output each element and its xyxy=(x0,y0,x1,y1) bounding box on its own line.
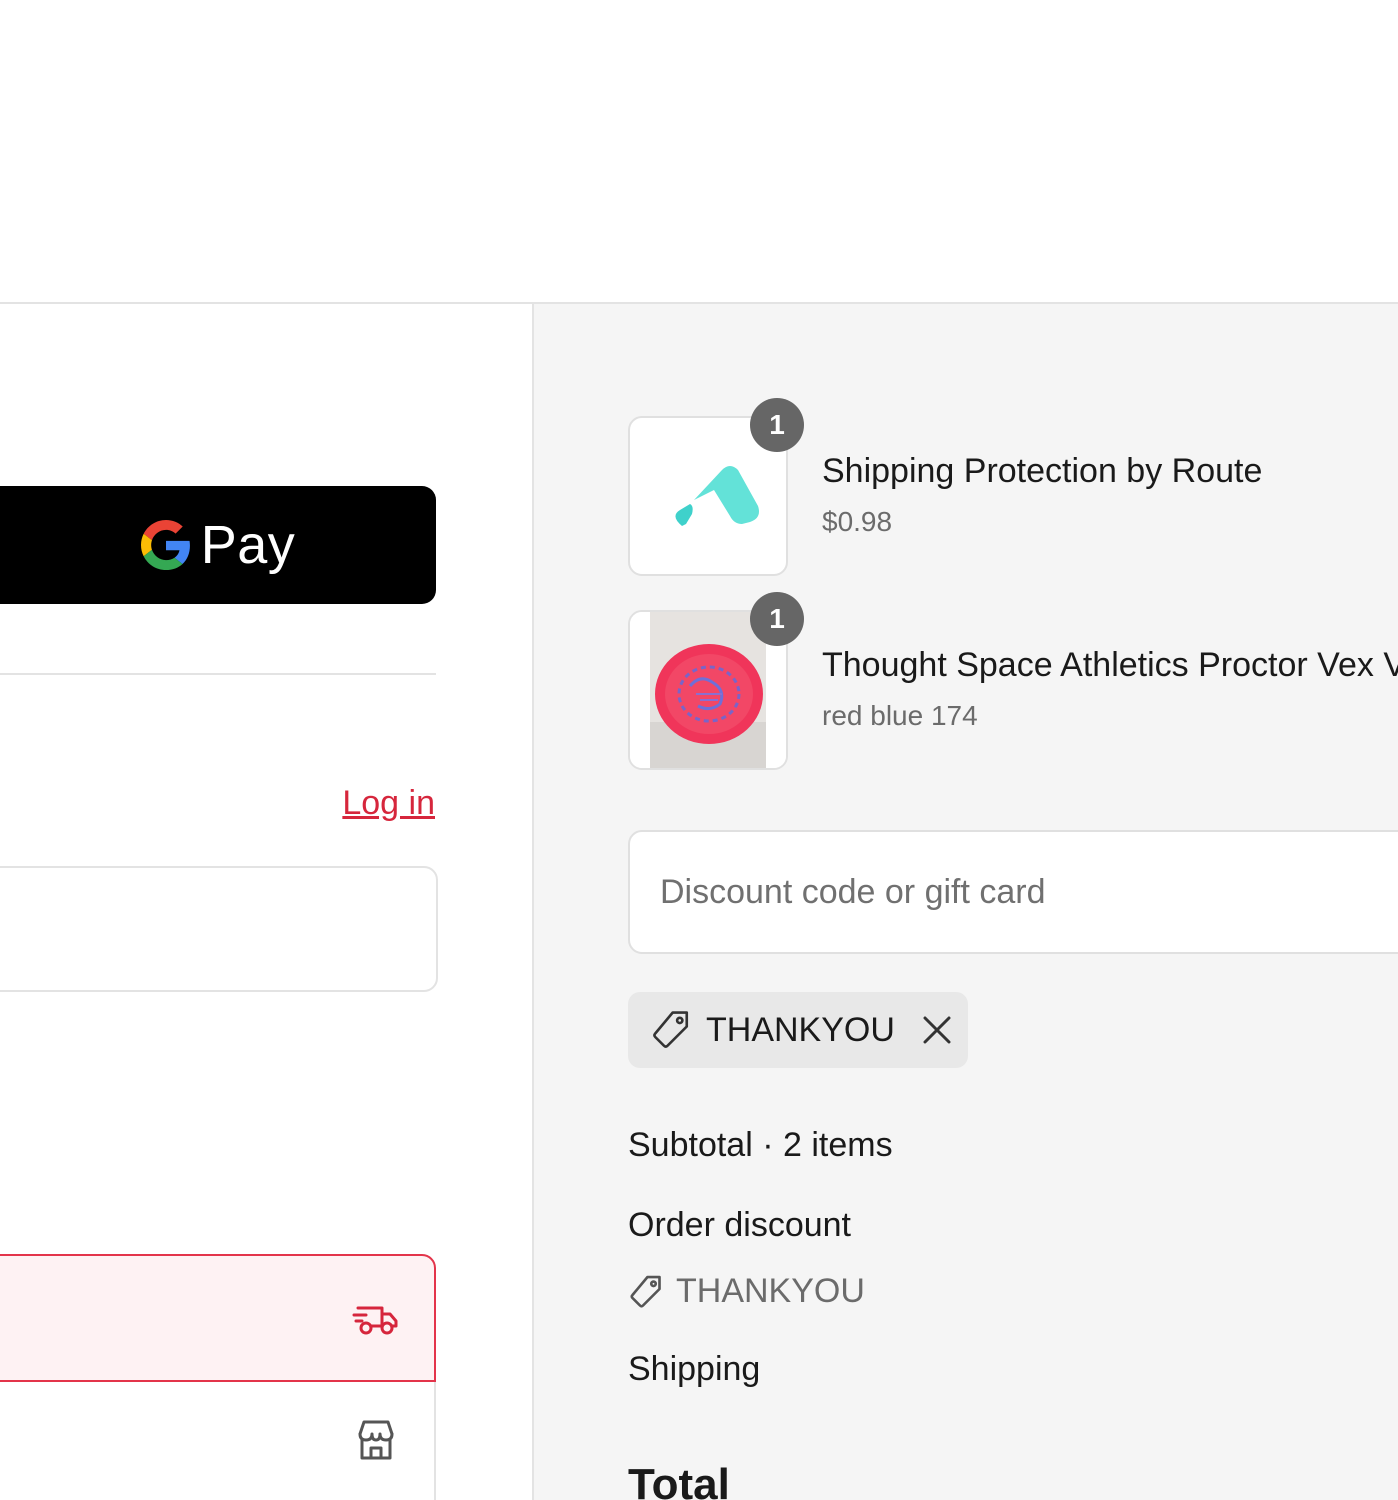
google-g-icon xyxy=(140,520,190,570)
google-pay-label: Pay xyxy=(200,515,296,575)
order-discount-code: THANKYOU xyxy=(676,1272,865,1310)
delivery-method-options xyxy=(0,1254,436,1500)
delivery-option-ship[interactable] xyxy=(0,1254,436,1382)
line-item: 1 Shipping Protection by Route $0.98 xyxy=(628,398,1398,576)
line-item-title: Thought Space Athletics Proctor Vex V xyxy=(822,646,1398,684)
checkout-main-column: Pay Log in xyxy=(0,304,534,1500)
line-item-variant: red blue 174 xyxy=(822,700,978,731)
google-pay-content: Pay xyxy=(140,514,296,576)
shipping-label: Shipping xyxy=(628,1350,761,1388)
express-checkout-divider xyxy=(0,673,436,675)
applied-discount-tag: THANKYOU xyxy=(628,992,968,1068)
quantity-badge: 1 xyxy=(750,398,804,452)
subtotal-label: Subtotal · 2 items xyxy=(628,1126,893,1164)
checkout-page: Pay Log in 1 Shipping Protection by Rout… xyxy=(0,0,1398,1500)
discount-code-input[interactable] xyxy=(628,830,1398,954)
tag-icon xyxy=(630,1275,661,1308)
delivery-option-pickup[interactable] xyxy=(0,1382,436,1500)
total-label: Total xyxy=(628,1460,730,1500)
email-field[interactable] xyxy=(0,866,438,992)
order-summary-column: 1 Shipping Protection by Route $0.98 1 T… xyxy=(534,304,1398,1500)
quantity-badge: 1 xyxy=(750,592,804,646)
store-icon xyxy=(358,1420,394,1460)
applied-discount-code: THANKYOU xyxy=(706,1010,895,1049)
delivery-truck-icon xyxy=(352,1306,398,1335)
line-item-title: Shipping Protection by Route xyxy=(822,452,1263,490)
line-item-price: $0.98 xyxy=(822,506,893,537)
login-link[interactable]: Log in xyxy=(342,784,435,823)
order-discount-label: Order discount xyxy=(628,1206,851,1244)
checkout-header xyxy=(0,0,1398,304)
tag-icon xyxy=(653,1011,689,1048)
order-discount-code-row: THANKYOU xyxy=(628,1272,865,1311)
close-icon[interactable] xyxy=(921,1014,953,1046)
google-pay-button[interactable]: Pay xyxy=(0,486,436,604)
line-item: 1 Thought Space Athletics Proctor Vex V … xyxy=(628,592,1398,770)
